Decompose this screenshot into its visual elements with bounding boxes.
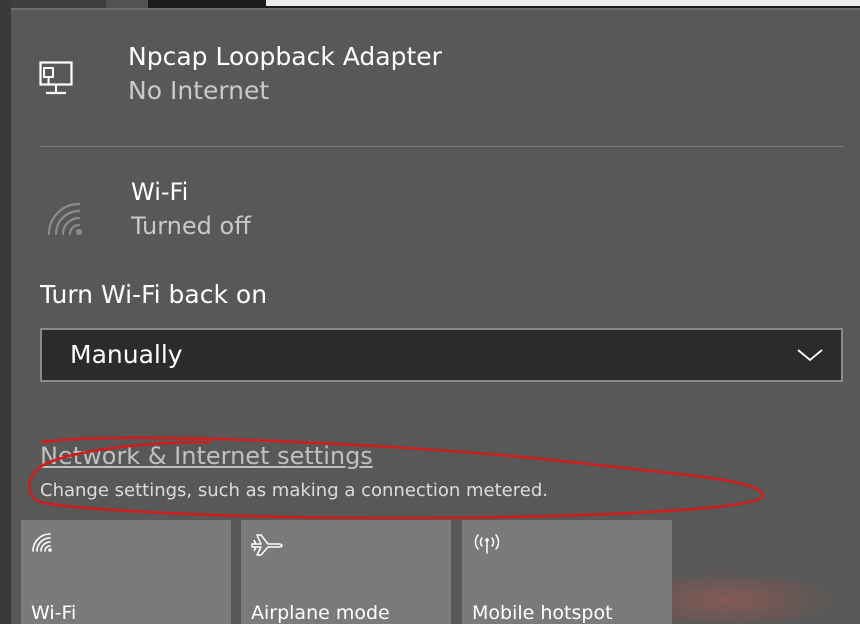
chevron-down-icon (797, 347, 823, 366)
tile-label: Wi-Fi (31, 602, 77, 624)
network-status: No Internet (128, 76, 270, 105)
wifi-schedule-dropdown[interactable]: Manually (40, 328, 843, 382)
tile-label: Mobile hotspot (472, 602, 613, 624)
wifi-icon (31, 532, 53, 556)
hotspot-icon (472, 532, 502, 558)
airplane-icon (251, 532, 283, 560)
network-name: Npcap Loopback Adapter (128, 42, 442, 71)
quick-action-wifi[interactable]: Wi-Fi (21, 520, 231, 624)
quick-action-mobile-hotspot[interactable]: Mobile hotspot (462, 520, 672, 624)
wifi-schedule-label: Turn Wi-Fi back on (40, 280, 268, 309)
dropdown-selected-value: Manually (70, 340, 183, 369)
network-flyout: Npcap Loopback Adapter No Internet Wi-Fi… (11, 8, 860, 624)
network-status: Turned off (131, 212, 251, 240)
network-settings-link[interactable]: Network & Internet settings (40, 442, 373, 470)
network-item-npcap[interactable]: Npcap Loopback Adapter No Internet (11, 10, 860, 140)
quick-action-airplane-mode[interactable]: Airplane mode (241, 520, 451, 624)
network-settings-description: Change settings, such as making a connec… (40, 480, 548, 501)
ethernet-icon (39, 60, 73, 104)
tile-label: Airplane mode (251, 602, 390, 624)
network-name: Wi-Fi (131, 178, 189, 206)
network-item-wifi[interactable]: Wi-Fi Turned off (11, 150, 860, 250)
screen: Npcap Loopback Adapter No Internet Wi-Fi… (0, 0, 860, 624)
divider (40, 146, 844, 147)
background-window-edge (266, 0, 860, 6)
wifi-off-icon (45, 200, 85, 240)
left-edge (0, 0, 11, 624)
